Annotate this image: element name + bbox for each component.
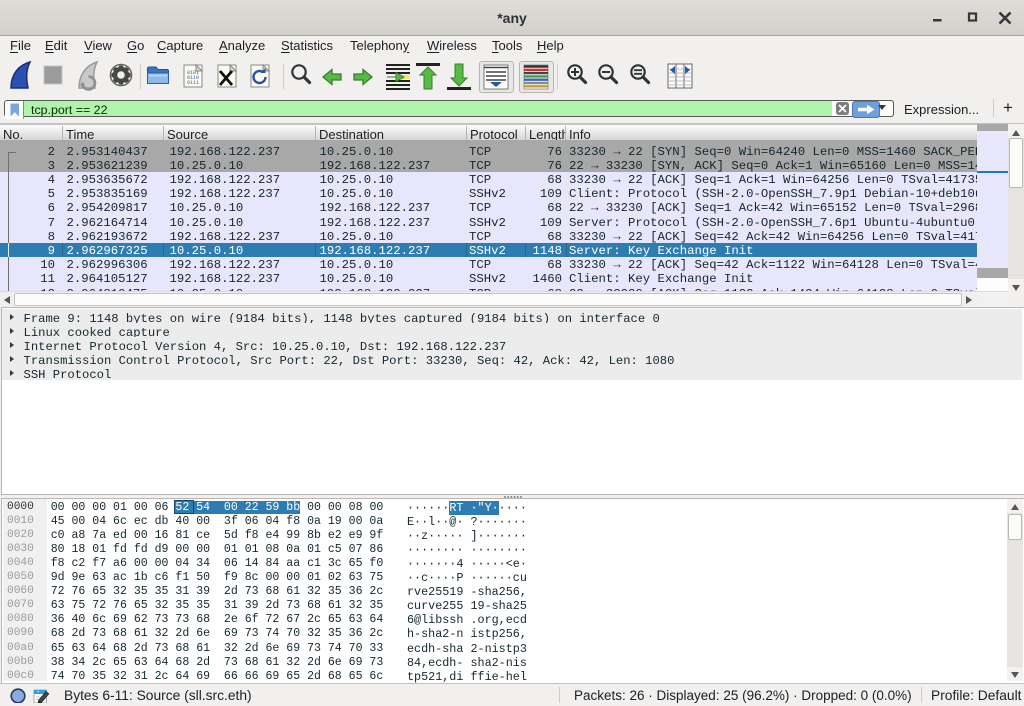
svg-text:0111: 0111 [187, 80, 199, 86]
